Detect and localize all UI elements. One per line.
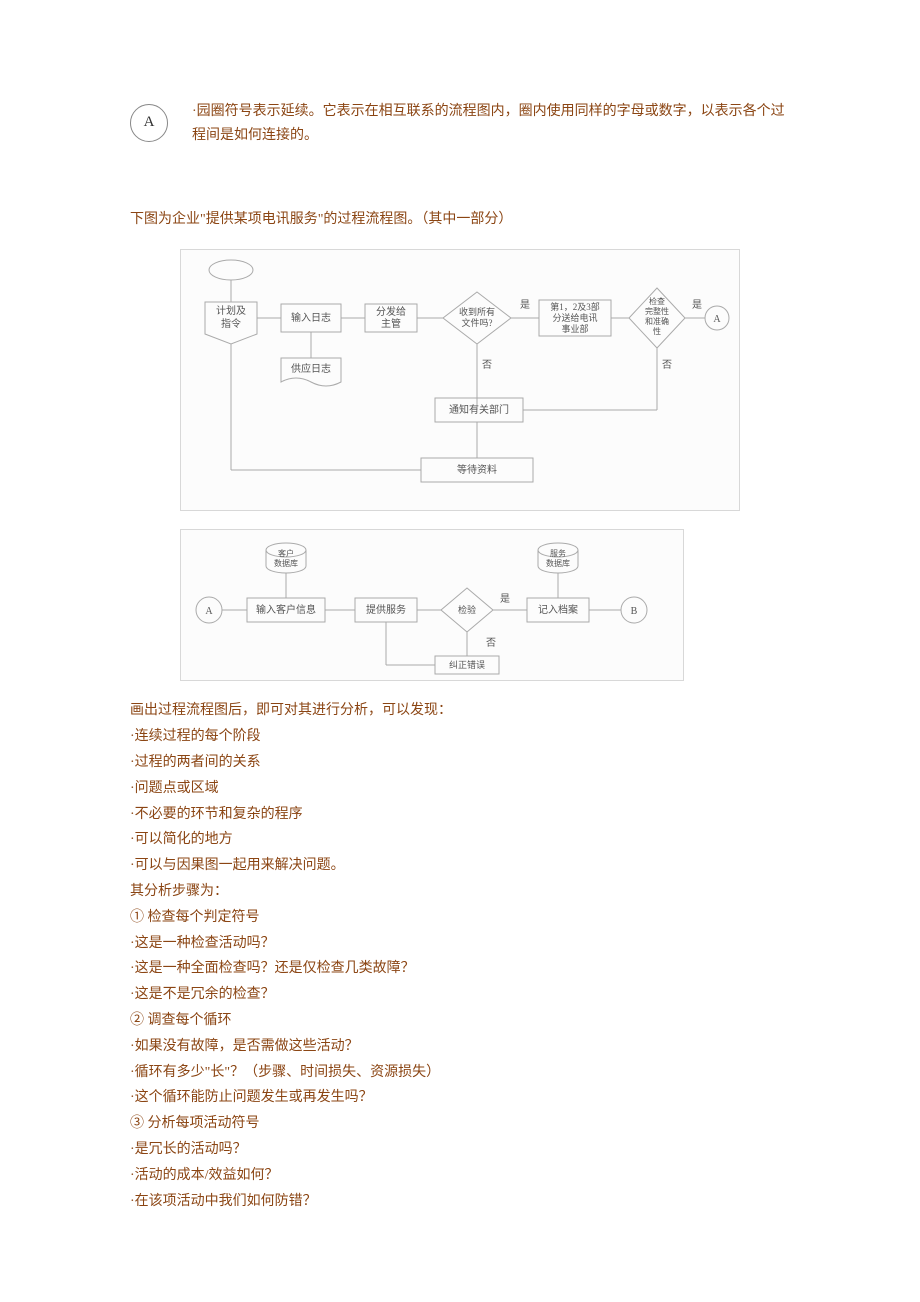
- f2-conn-a: A: [205, 606, 213, 617]
- f2-no: 否: [486, 637, 496, 649]
- f1-no1: 否: [482, 359, 492, 371]
- p17: ③ 分析每项活动符号: [130, 1112, 790, 1136]
- f1-conn: A: [713, 314, 721, 325]
- p2: ·连续过程的每个阶段: [130, 725, 790, 749]
- flowchart-2: A 输入客户信息 提供服务 检验 记入档案 B 客户 数据库 服务 数据库 纠正…: [180, 529, 684, 681]
- p13: ② 调查每个循环: [130, 1009, 790, 1033]
- f1-yes2: 是: [692, 299, 702, 311]
- p9: ① 检查每个判定符号: [130, 906, 790, 930]
- f1-d1-l2: 文件吗?: [462, 317, 493, 328]
- f1-box1-l1: 计划及: [216, 304, 246, 317]
- p8: 其分析步骤为：: [130, 880, 790, 904]
- f2-b3: 记入档案: [538, 603, 578, 616]
- p16: ·这个循环能防止问题发生或再发生吗？: [130, 1086, 790, 1110]
- f1-box2: 输入日志: [291, 311, 331, 324]
- intro-row: A ·园圈符号表示延续。它表示在相互联系的流程图内，圈内使用同样的字母或数字，以…: [130, 100, 790, 148]
- f1-d2-l3: 和准确: [645, 316, 669, 326]
- p14: ·如果没有故障，是否需做这些活动？: [130, 1035, 790, 1059]
- figure-caption: 下图为企业"提供某项电讯服务"的过程流程图。（其中一部分）: [130, 208, 790, 232]
- p20: ·在该项活动中我们如何防错？: [130, 1190, 790, 1214]
- p19: ·活动的成本/效益如何？: [130, 1164, 790, 1188]
- f2-db2-l2: 数据库: [546, 558, 570, 568]
- circle-symbol: A: [130, 104, 168, 142]
- f1-box1-l2: 指令: [221, 317, 241, 330]
- f1-d1-l1: 收到所有: [459, 306, 495, 317]
- p10: ·这是一种检查活动吗？: [130, 932, 790, 956]
- p12: ·这是不是冗余的检查？: [130, 983, 790, 1007]
- p6: ·可以简化的地方: [130, 828, 790, 852]
- p5: ·不必要的环节和复杂的程序: [130, 803, 790, 827]
- f2-db2-l1: 服务: [550, 548, 566, 558]
- f1-box3-l1: 分发给: [376, 305, 406, 318]
- f2-db1-l2: 数据库: [274, 558, 298, 568]
- f1-yes1: 是: [520, 299, 530, 311]
- f2-d1: 检验: [458, 604, 476, 615]
- flowchart-1: 计划及 指令 输入日志 分发给 主管 供应日志 收到所有 文件吗? 第1，2及3…: [180, 249, 740, 511]
- p11: ·这是一种全面检查吗？还是仅检查几类故障？: [130, 957, 790, 981]
- f1-box4-l1: 第1，2及3部: [550, 301, 600, 312]
- f1-box5: 通知有关部门: [449, 403, 509, 416]
- f1-no2: 否: [662, 359, 672, 371]
- f2-b2: 提供服务: [366, 603, 406, 616]
- p7: ·可以与因果图一起用来解决问题。: [130, 854, 790, 878]
- f2-b1: 输入客户信息: [256, 603, 316, 616]
- f1-box4-l2: 分送给电讯: [552, 312, 597, 323]
- f1-doc: 供应日志: [291, 362, 331, 375]
- f1-box4-l3: 事业部: [561, 323, 588, 334]
- f1-d2-l2: 完整性: [645, 306, 669, 316]
- f2-yes: 是: [500, 593, 510, 605]
- f1-box6: 等待资料: [457, 463, 497, 476]
- intro-text: ·园圈符号表示延续。它表示在相互联系的流程图内，圈内使用同样的字母或数字，以表示…: [192, 100, 790, 148]
- p1: 画出过程流程图后，即可对其进行分析，可以发现：: [130, 699, 790, 723]
- f1-d2-l4: 性: [653, 326, 661, 336]
- f2-conn-b: B: [631, 606, 638, 617]
- f2-db1-l1: 客户: [278, 548, 294, 558]
- p4: ·问题点或区域: [130, 777, 790, 801]
- p3: ·过程的两者间的关系: [130, 751, 790, 775]
- analysis-text: 画出过程流程图后，即可对其进行分析，可以发现： ·连续过程的每个阶段 ·过程的两…: [130, 699, 790, 1213]
- p15: ·循环有多少"长"？（步骤、时间损失、资源损失）: [130, 1061, 790, 1085]
- p18: ·是冗长的活动吗？: [130, 1138, 790, 1162]
- f1-box3-l2: 主管: [381, 317, 401, 330]
- f2-b4: 纠正错误: [449, 659, 485, 670]
- f1-d2-l1: 检查: [649, 296, 665, 306]
